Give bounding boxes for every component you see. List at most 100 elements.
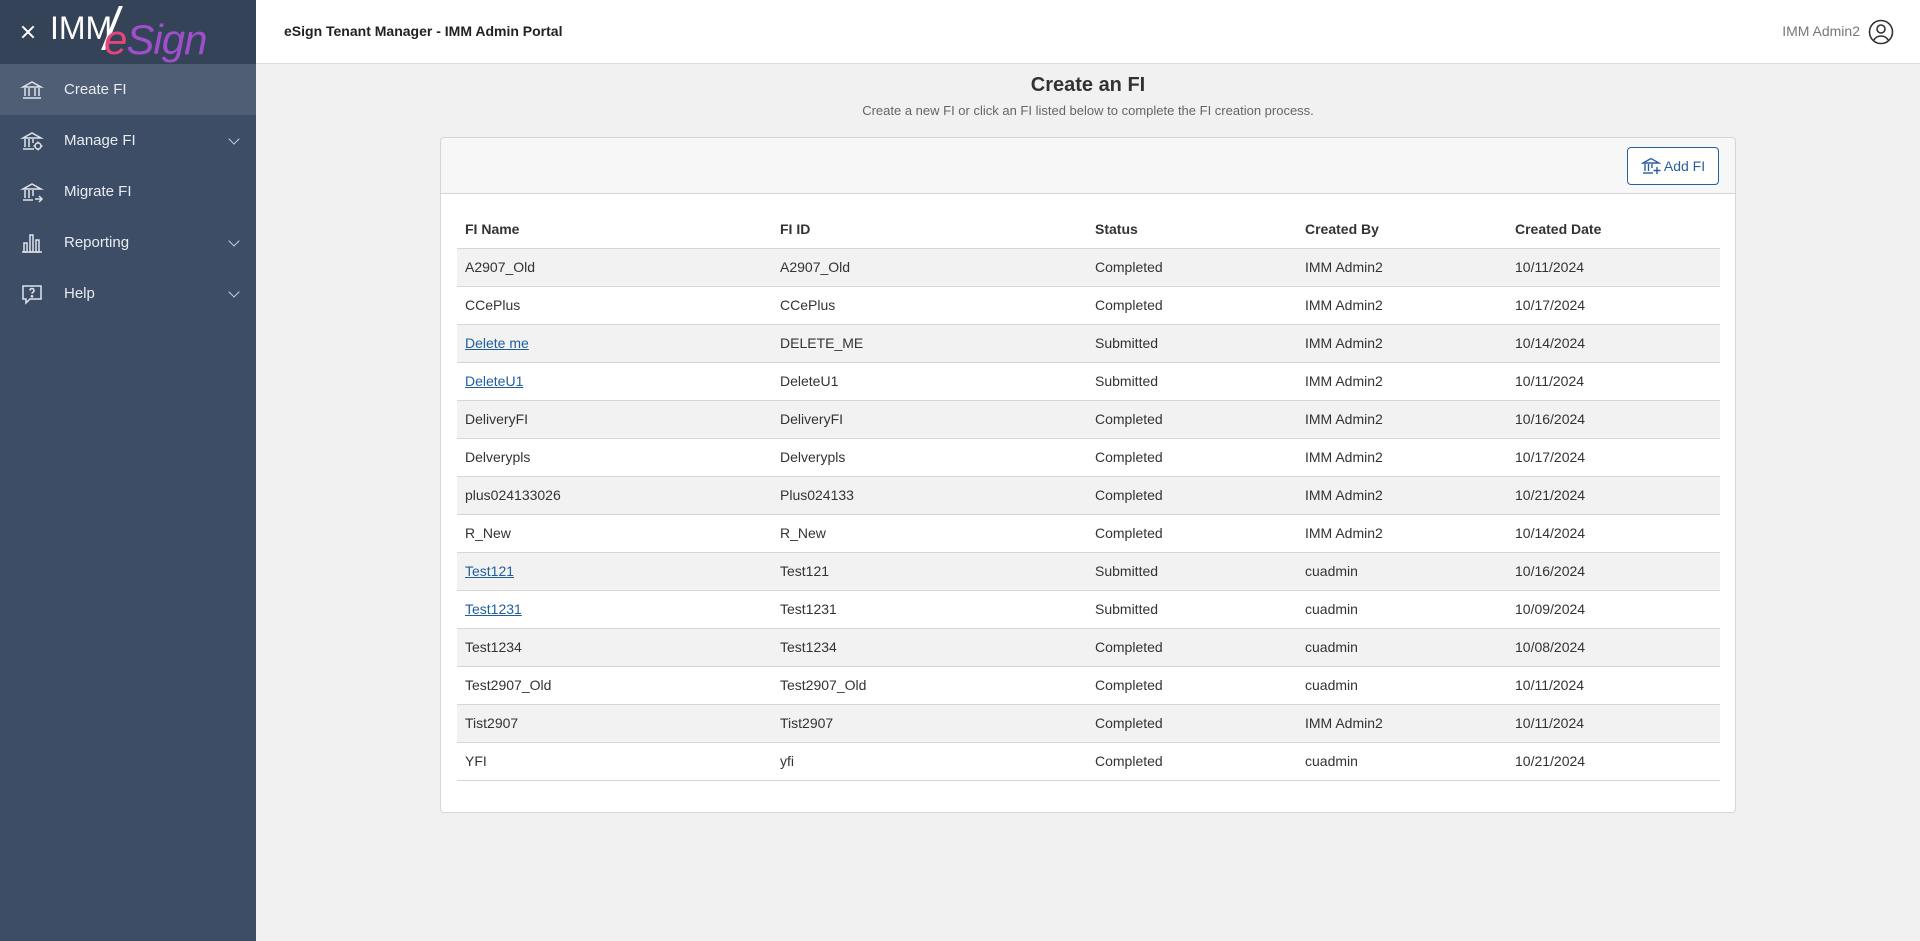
cell-fi-name: R_New (457, 514, 772, 553)
cell-created-date: 10/11/2024 (1507, 666, 1720, 705)
cell-created-by: cuadmin (1297, 666, 1507, 705)
cell-created-by: IMM Admin2 (1297, 514, 1507, 553)
add-fi-label: Add FI (1663, 158, 1706, 174)
user-name[interactable]: IMM Admin2 (1782, 23, 1860, 39)
help-icon (20, 282, 44, 306)
cell-fi-id: A2907_Old (772, 248, 1087, 287)
user-avatar-icon[interactable] (1868, 19, 1894, 45)
table-row[interactable]: Test1234 Test1234 Completed cuadmin 10/08/20… (457, 628, 1720, 667)
add-fi-button[interactable]: Add FI (1627, 147, 1719, 185)
table-row[interactable]: Test121 Test121 Submitted cuadmin 10/16/2024 (457, 552, 1720, 591)
table-row[interactable]: A2907_Old A2907_Old Completed IMM Admin2 10/… (457, 248, 1720, 287)
sidebar-item-help[interactable]: Help (0, 268, 256, 319)
main-content: Create an FI Create a new FI or click an… (256, 64, 1920, 941)
top-bar: eSign Tenant Manager - IMM Admin Portal … (256, 0, 1920, 64)
table-body: A2907_Old A2907_Old Completed IMM Admin2 10/… (457, 248, 1720, 781)
sidebar-item-manage-fi[interactable]: Manage FI (0, 115, 256, 166)
cell-created-date: 10/11/2024 (1507, 248, 1720, 287)
table-row[interactable]: Delete me DELETE_ME Submitted IMM Admin2 10/… (457, 324, 1720, 363)
cell-status: Completed (1087, 742, 1297, 781)
sidebar-item-create-fi[interactable]: Create FI (0, 64, 256, 115)
column-header-status[interactable]: Status (1087, 210, 1297, 249)
table-row[interactable]: YFI yfi Completed cuadmin 10/21/2024 (457, 742, 1720, 781)
cell-status: Completed (1087, 248, 1297, 287)
fi-name-link[interactable]: DeleteU1 (465, 373, 523, 389)
app-title: eSign Tenant Manager - IMM Admin Portal (284, 23, 563, 39)
table-row[interactable]: DeliveryFI DeliveryFI Completed IMM Admin2 1… (457, 400, 1720, 439)
cell-status: Submitted (1087, 552, 1297, 591)
chevron-down-icon (228, 235, 240, 247)
card-header: Add FI (441, 138, 1735, 194)
table-row[interactable]: Delverypls Delverypls Completed IMM Admin2 1… (457, 438, 1720, 477)
cell-created-by: cuadmin (1297, 552, 1507, 591)
chevron-down-icon (228, 286, 240, 298)
cell-created-date: 10/17/2024 (1507, 286, 1720, 325)
cell-fi-name: plus024133026 (457, 476, 772, 515)
cell-fi-name: A2907_Old (457, 248, 772, 287)
cell-status: Completed (1087, 704, 1297, 743)
cell-status: Completed (1087, 514, 1297, 553)
cell-created-date: 10/21/2024 (1507, 742, 1720, 781)
cell-fi-id: DeliveryFI (772, 400, 1087, 439)
table-row[interactable]: Test2907_Old Test2907_Old Completed cuadmin… (457, 666, 1720, 705)
cell-status: Completed (1087, 438, 1297, 477)
fi-name-link[interactable]: Test1231 (465, 601, 522, 617)
column-header-created-by[interactable]: Created By (1297, 210, 1507, 249)
chevron-down-icon (228, 133, 240, 145)
cell-created-date: 10/17/2024 (1507, 438, 1720, 477)
close-icon[interactable] (18, 22, 38, 42)
table-row[interactable]: plus024133026 Plus024133 Completed IMM Admi… (457, 476, 1720, 515)
sidebar-item-reporting[interactable]: Reporting (0, 217, 256, 268)
cell-status: Completed (1087, 400, 1297, 439)
cell-fi-id: Test121 (772, 552, 1087, 591)
sidebar-item-label: Migrate FI (64, 183, 132, 200)
cell-fi-name: Test1231 (457, 590, 772, 629)
cell-fi-id: DeleteU1 (772, 362, 1087, 401)
bank-gear-icon (20, 129, 44, 153)
cell-fi-id: Plus024133 (772, 476, 1087, 515)
cell-created-by: IMM Admin2 (1297, 286, 1507, 325)
cell-fi-name: Test2907_Old (457, 666, 772, 705)
fi-name-link[interactable]: Delete me (465, 335, 529, 351)
cell-fi-id: DELETE_ME (772, 324, 1087, 363)
sidebar-item-migrate-fi[interactable]: Migrate FI (0, 166, 256, 217)
cell-fi-name: DeleteU1 (457, 362, 772, 401)
cell-status: Completed (1087, 286, 1297, 325)
fi-list-card: Add FI FI Name FI ID Status Created By C… (440, 137, 1736, 813)
cell-created-date: 10/11/2024 (1507, 362, 1720, 401)
cell-fi-name: YFI (457, 742, 772, 781)
logo-text-imm: IMM (50, 10, 113, 46)
cell-created-date: 10/08/2024 (1507, 628, 1720, 667)
cell-created-by: cuadmin (1297, 628, 1507, 667)
cell-fi-name: Test121 (457, 552, 772, 591)
page-title: Create an FI (1030, 74, 1146, 96)
table-row[interactable]: R_New R_New Completed IMM Admin2 10/14/2024 (457, 514, 1720, 553)
bank-icon (20, 78, 44, 102)
sidebar-item-label: Reporting (64, 234, 130, 251)
cell-status: Submitted (1087, 362, 1297, 401)
cell-fi-name: DeliveryFI (457, 400, 772, 439)
cell-created-by: cuadmin (1297, 590, 1507, 629)
sidebar-item-label: Help (64, 285, 95, 302)
table-header-row: FI Name FI ID Status Created By Created … (457, 210, 1720, 249)
table-row[interactable]: Test1231 Test1231 Submitted cuadmin 10/09/20… (457, 590, 1720, 629)
column-header-fi-id[interactable]: FI ID (772, 210, 1087, 249)
fi-name-link[interactable]: Test121 (465, 563, 514, 579)
cell-fi-name: Delverypls (457, 438, 772, 477)
sidebar-item-label: Manage FI (64, 132, 136, 149)
table-row[interactable]: Tist2907 Tist2907 Completed IMM Admin2 10/11… (457, 704, 1720, 743)
cell-created-by: IMM Admin2 (1297, 400, 1507, 439)
cell-created-by: IMM Admin2 (1297, 248, 1507, 287)
table-row[interactable]: DeleteU1 DeleteU1 Submitted IMM Admin2 10/11… (457, 362, 1720, 401)
sidebar-item-label: Create FI (64, 81, 127, 98)
table-row[interactable]: CCePlus CCePlus Completed IMM Admin2 10/17/2… (457, 286, 1720, 325)
column-header-fi-name[interactable]: FI Name (457, 210, 772, 249)
page-subtitle: Create a new FI or click an FI listed be… (862, 103, 1314, 118)
cell-status: Completed (1087, 628, 1297, 667)
cell-created-date: 10/16/2024 (1507, 552, 1720, 591)
sidebar: IMM eSign Create FI Manage FI Migrate FI (0, 0, 256, 941)
cell-fi-id: Delverypls (772, 438, 1087, 477)
column-header-created-date[interactable]: Created Date (1507, 210, 1720, 249)
sidebar-header: IMM eSign (0, 0, 256, 64)
cell-fi-id: R_New (772, 514, 1087, 553)
